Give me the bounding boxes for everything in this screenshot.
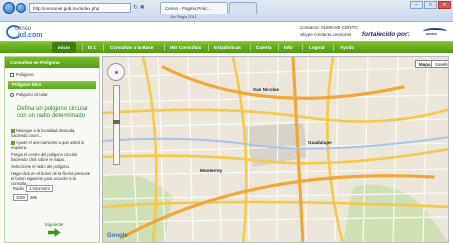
instructions: Navegue a la localidad deseada, haciendo… [11, 128, 93, 186]
polygon-panel: Consultas en Poligono Poligono Poligono … [4, 56, 100, 243]
instruction-4: Seleccione el radio del poligono. [11, 164, 70, 169]
browser-toolbar: http://censonet.gob.mx/index.php ↻ ✖ Cen… [0, 0, 453, 22]
map-view[interactable]: Mapa Satelite Monterrey Guadalupe San Ni… [102, 56, 449, 243]
censo-logo[interactable]: censo kd.com [6, 23, 50, 41]
nav-logout[interactable]: Logout [309, 42, 325, 53]
nav-info[interactable]: Info [284, 42, 292, 53]
pan-control[interactable] [107, 63, 125, 81]
refresh-icon[interactable]: ↻ ✖ [133, 4, 145, 11]
nav-inicio[interactable]: Inicio [52, 42, 76, 53]
radius-select[interactable]: 1 Kilometro [25, 185, 54, 192]
instruction-1: Navegue a la localidad deseada, haciendo… [11, 128, 76, 139]
map-label-guadalupe: Guadalupe [308, 140, 332, 145]
close-icon[interactable]: ✕ [438, 1, 451, 9]
map-type-satelite[interactable]: Satelite [431, 60, 448, 68]
maximize-icon[interactable]: □ [424, 1, 437, 9]
main-nav: Inicio Ib 1 Consultas a la Base Mis Cons… [0, 41, 453, 53]
tab-censo[interactable]: Censo - Pagina Princ... [160, 2, 228, 14]
instruction-3: Ponga el centro del poligono circular ha… [11, 152, 78, 163]
fortalecido-label: fortalecido por: [362, 31, 410, 38]
google-logo: Google [107, 233, 128, 239]
partner-logo: sanzz [423, 28, 447, 38]
radio-circular-row[interactable]: Poligono circular [10, 92, 99, 97]
section-poligono-libre[interactable]: Poligono libre [8, 81, 96, 89]
polygon-checkbox[interactable] [10, 72, 14, 77]
address-bar[interactable]: http://censonet.gob.mx/index.php [29, 3, 131, 13]
street-map[interactable] [103, 57, 449, 243]
arrow-right-icon [47, 228, 61, 237]
contact-phone: Contacto: 01800-MI-CENTO [300, 25, 358, 30]
radius-meters-row: 1000 Mts [13, 194, 37, 201]
define-heading: Defina un poligono circular con un radio… [17, 106, 89, 119]
radius-row: Radio 1 Kilometro [13, 185, 54, 192]
toolbar-text: Sin Regis 2011 [170, 14, 197, 19]
nav-ib[interactable]: Ib 1 [88, 42, 96, 53]
instruction-2: Ajuste el acercamiento a que usted lo re… [11, 140, 85, 151]
minimize-icon[interactable]: – [410, 1, 423, 9]
nav-consultas[interactable]: Consultas a la Base [110, 42, 153, 53]
back-button[interactable] [3, 2, 15, 14]
site-header: censo kd.com Contacto: 01800-MI-CENTO Sk… [0, 22, 453, 41]
polygon-checkbox-row[interactable]: Poligono [10, 72, 99, 77]
nav-ayuda[interactable]: Ayuda [340, 42, 354, 53]
panel-title: Consultas en Poligono [5, 57, 99, 68]
next-button[interactable]: Siguiente [44, 222, 64, 237]
meters-input[interactable]: 1000 [13, 194, 29, 201]
map-label-san-nicolas: San Nicolas [253, 87, 280, 92]
zoom-slider[interactable] [113, 85, 120, 165]
nav-estadisticas[interactable]: Estadisticas [214, 42, 241, 53]
nav-mis-consultas[interactable]: Mis Consultas [170, 42, 201, 53]
tab-new[interactable] [229, 2, 257, 14]
forward-button[interactable] [16, 3, 26, 13]
skype-contact: Skype contacto.censonet [300, 32, 352, 37]
circular-radio[interactable] [10, 92, 14, 97]
map-label-monterrey: Monterrey [200, 168, 223, 173]
nav-cuenta[interactable]: Cuenta [256, 42, 272, 53]
window-controls: – □ ✕ [410, 1, 451, 9]
